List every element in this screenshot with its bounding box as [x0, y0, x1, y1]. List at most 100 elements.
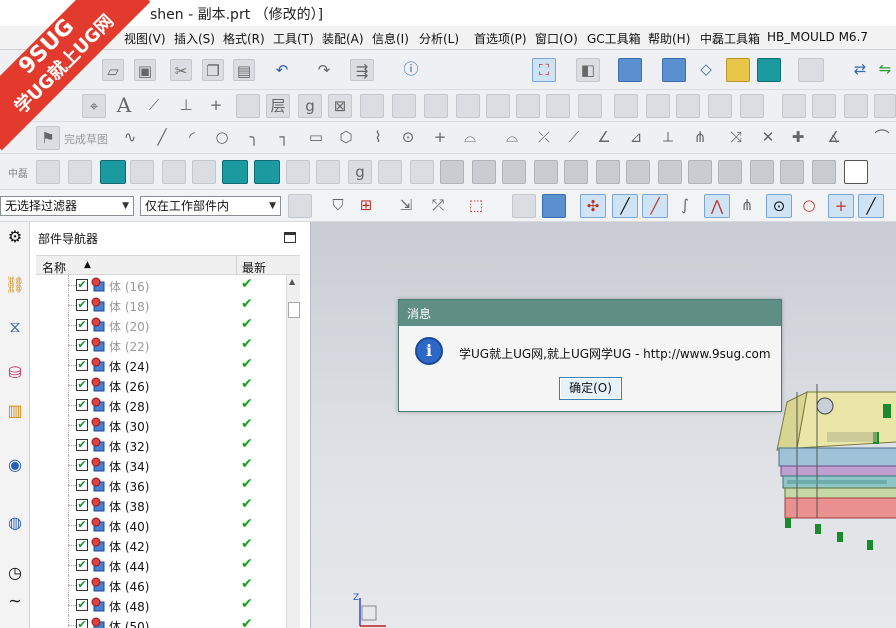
assembly-navigator-tab-icon[interactable]: ⛓ [4, 274, 26, 296]
quick-trim-icon[interactable]: ⤫ [532, 126, 556, 150]
cylinder-icon[interactable] [486, 94, 510, 118]
eraser-icon[interactable] [844, 94, 868, 118]
tool-slot-7[interactable] [626, 160, 650, 184]
circle-icon[interactable]: ○ [210, 126, 234, 150]
menu-help[interactable]: 帮助(H) [648, 30, 690, 47]
table-row[interactable]: ✔ 体 (42) ✔ [36, 535, 286, 555]
isometric-view-icon[interactable] [662, 58, 686, 82]
paste-icon[interactable]: ▤ [233, 59, 255, 81]
ejector-icon[interactable] [68, 160, 92, 184]
visibility-checkbox[interactable]: ✔ [76, 459, 88, 471]
save-icon[interactable]: ▣ [134, 59, 156, 81]
deselect-icon[interactable]: ⇲ [394, 194, 418, 218]
dialog-title[interactable]: 消息 [399, 300, 781, 326]
table-row[interactable]: ✔ 体 (18) ✔ [36, 295, 286, 315]
box-icon[interactable] [782, 94, 806, 118]
tool-slot-1[interactable] [440, 160, 464, 184]
general-selection-icon[interactable] [288, 194, 312, 218]
visibility-checkbox[interactable]: ✔ [76, 539, 88, 551]
dimension-icon[interactable]: ⟂ [656, 126, 680, 150]
pattern-icon[interactable] [424, 94, 448, 118]
replace-face-icon[interactable] [708, 94, 732, 118]
table-row[interactable]: ✔ 体 (36) ✔ [36, 475, 286, 495]
tool-slot-2[interactable] [472, 160, 496, 184]
sketch-point-icon[interactable]: + [428, 126, 452, 150]
history-tab-icon[interactable]: ◍ [4, 512, 26, 534]
section-view-icon[interactable] [757, 58, 781, 82]
vertical-scrollbar[interactable]: ▲ [286, 275, 300, 628]
tool-slot-3[interactable] [502, 160, 526, 184]
table-row[interactable]: ✔ 体 (32) ✔ [36, 435, 286, 455]
visibility-checkbox[interactable]: ✔ [76, 579, 88, 591]
graphics-window[interactable]: Z [311, 222, 896, 628]
book-icon[interactable] [516, 94, 540, 118]
clock-icon[interactable]: ◷ [4, 562, 26, 584]
maximize-icon[interactable] [284, 232, 296, 243]
gate-icon[interactable] [410, 160, 434, 184]
extrude-icon[interactable] [236, 94, 260, 118]
ellipse-icon[interactable]: ⊙ [396, 126, 420, 150]
datum-csys-icon[interactable]: ⌖ [82, 94, 106, 118]
layer-icon[interactable]: 层 [266, 94, 290, 118]
table-row[interactable]: ✔ 体 (28) ✔ [36, 395, 286, 415]
tool-slot-14[interactable] [844, 160, 868, 184]
standard-part-icon[interactable] [130, 160, 154, 184]
tool-slot-8[interactable] [658, 160, 682, 184]
curve-icon[interactable]: ∼ [4, 590, 26, 612]
scroll-up-icon[interactable]: ▲ [289, 277, 295, 286]
arc-icon[interactable]: ◜ [180, 126, 204, 150]
synchronous-icon[interactable] [812, 94, 836, 118]
shading-icon[interactable]: ◧ [576, 58, 600, 82]
visibility-checkbox[interactable]: ✔ [76, 479, 88, 491]
rectangle-select-icon[interactable]: ⬚ [464, 194, 488, 218]
insert-icon[interactable] [222, 160, 248, 184]
component-icon[interactable]: ⇋ [874, 58, 896, 82]
fillet-icon[interactable]: ╮ [242, 126, 266, 150]
table-row[interactable]: ✔ 体 (38) ✔ [36, 495, 286, 515]
orient-view-icon[interactable] [726, 58, 750, 82]
tool-slot-9[interactable] [688, 160, 712, 184]
menu-assembly[interactable]: 装配(A) [322, 30, 364, 47]
visibility-checkbox[interactable]: ✔ [76, 399, 88, 411]
menu-insert[interactable]: 插入(S) [174, 30, 215, 47]
snap-quadrant-icon[interactable]: ○ [796, 194, 822, 218]
cooling-icon[interactable] [162, 160, 186, 184]
menu-analysis[interactable]: 分析(L) [419, 30, 459, 47]
mirror-curve-icon[interactable]: ⋔ [688, 126, 712, 150]
auto-constrain-icon[interactable]: ✚ [786, 126, 810, 150]
profile-icon[interactable]: ∿ [118, 126, 142, 150]
csys-icon[interactable]: ⊥ [174, 94, 198, 118]
datum-axis-icon[interactable]: ⟋ [142, 94, 166, 118]
electrode-icon[interactable] [254, 160, 280, 184]
menu-tools[interactable]: 工具(T) [273, 30, 314, 47]
sort-ascending-icon[interactable]: ▲ [84, 260, 91, 270]
repeat-command-icon[interactable]: ⇶ [350, 59, 374, 81]
column-latest-header[interactable]: 最新 [242, 259, 266, 276]
table-row[interactable]: ✔ 体 (24) ✔ [36, 355, 286, 375]
derived-line-icon[interactable]: ⌓ [500, 126, 524, 150]
sweep-icon[interactable] [392, 94, 416, 118]
visibility-checkbox[interactable]: ✔ [76, 439, 88, 451]
tool-slot-10[interactable] [718, 160, 742, 184]
menu-window[interactable]: 窗口(O) [535, 30, 578, 47]
tool-slot-13[interactable] [812, 160, 836, 184]
scroll-thumb[interactable] [288, 302, 300, 318]
offset-face-icon[interactable] [646, 94, 670, 118]
menu-information[interactable]: 信息(I) [372, 30, 409, 47]
snap-existing-point-icon[interactable]: + [828, 194, 854, 218]
pocket-icon[interactable] [286, 160, 310, 184]
menu-gc-toolbox[interactable]: GC工具箱 [587, 30, 641, 47]
snap-line-icon[interactable]: ╱ [612, 194, 638, 218]
background-icon[interactable] [798, 58, 824, 82]
relations-icon[interactable]: ⌒ [870, 126, 894, 150]
bom-icon[interactable] [316, 160, 340, 184]
polygon-icon[interactable]: ⬡ [334, 126, 358, 150]
visibility-checkbox[interactable]: ✔ [76, 359, 88, 371]
tool-slot-6[interactable] [596, 160, 620, 184]
select-all-icon[interactable]: ⊞ [354, 194, 378, 218]
table-row[interactable]: ✔ 体 (30) ✔ [36, 415, 286, 435]
cut-icon[interactable]: ✂ [170, 59, 192, 81]
tool-slot-12[interactable] [780, 160, 804, 184]
menu-hb-mould[interactable]: HB_MOULD M6.7 [767, 30, 868, 44]
visibility-checkbox[interactable]: ✔ [76, 299, 88, 311]
